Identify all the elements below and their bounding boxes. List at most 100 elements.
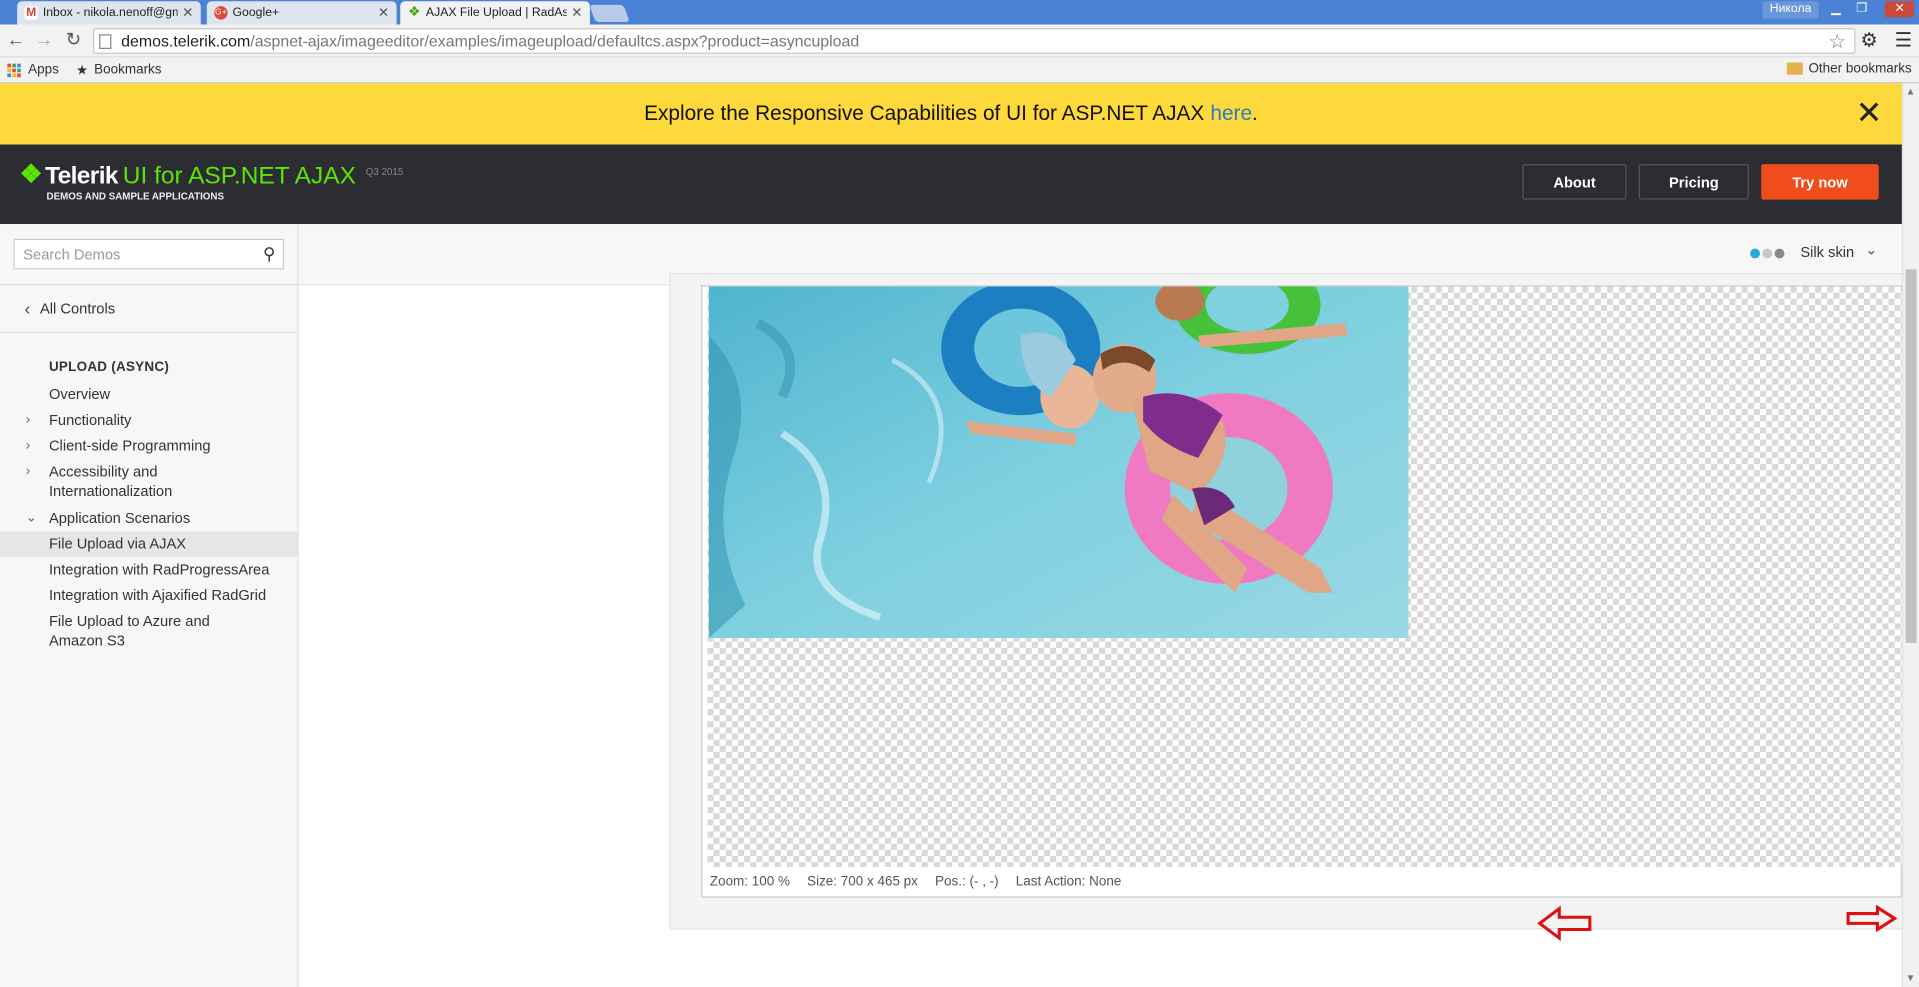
logo-product: UI for ASP.NET AJAX	[122, 162, 356, 190]
bookmarks-bar: Apps ★ Bookmarks Other bookmarks	[0, 57, 1919, 84]
sidebar-item-label: File Upload to Azure and Amazon S3	[48, 612, 210, 650]
search-icon[interactable]: ⚲	[256, 244, 283, 265]
sidebar: ⚲ ‹ All Controls UPLOAD (ASYNC) Overview…	[0, 224, 299, 987]
gmail-icon: M	[24, 6, 38, 20]
page-icon	[99, 33, 112, 49]
pos-status: Pos.: (- , -)	[935, 874, 999, 889]
sidebar-item-label: Functionality	[48, 411, 132, 429]
star-icon: ★	[75, 63, 89, 78]
scroll-up-icon[interactable]: ▲	[1906, 86, 1916, 97]
bookmark-apps[interactable]: Apps	[7, 62, 59, 78]
divider	[0, 284, 299, 286]
other-bookmarks[interactable]: Other bookmarks	[1786, 61, 1912, 76]
sidebar-item-file-upload-via-ajax[interactable]: File Upload via AJAX	[0, 531, 298, 558]
address-bar[interactable]: demos.telerik.com /aspnet-ajax/imageedit…	[93, 28, 1856, 54]
tab-ajax-file-upload[interactable]: ❖ AJAX File Upload | RadAsy ✕	[400, 1, 590, 25]
apps-grid-icon	[7, 63, 21, 77]
sidebar-item-accessibility[interactable]: › Accessibility and Internationalization	[0, 462, 233, 501]
browser-tabstrip: M Inbox - nikola.nenoff@gm ✕ G+ Google+ …	[0, 0, 1919, 25]
reload-icon[interactable]: ↻	[62, 28, 84, 52]
sidebar-item-ajaxified-radgrid[interactable]: Integration with Ajaxified RadGrid	[0, 585, 297, 605]
sidebar-item-label: Accessibility and Internationalization	[48, 462, 173, 500]
action-label: Last Action:	[1015, 874, 1086, 890]
forward-icon[interactable]: →	[33, 28, 55, 52]
sidebar-item-label: Overview	[48, 385, 111, 403]
page-scrollbar[interactable]: ▲ ▼	[1901, 83, 1919, 987]
image-editor: Zoom: 100 % Size: 700 x 465 px Pos.: (- …	[701, 285, 1902, 898]
bookmark-bookmarks[interactable]: ★ Bookmarks	[75, 62, 162, 78]
profile-name[interactable]: Никола	[1762, 1, 1819, 19]
all-controls-label: All Controls	[39, 300, 116, 318]
bookmark-label: Bookmarks	[94, 62, 162, 78]
folder-icon	[1786, 62, 1803, 75]
arrow-left-icon	[1537, 905, 1592, 942]
sidebar-item-label: Application Scenarios	[48, 509, 191, 527]
banner-text: Explore the Responsive Capabilities of U…	[644, 101, 1205, 125]
tab-title: Google+	[232, 6, 280, 20]
demo-content: Zoom: 100 % Size: 700 x 465 px Pos.: (- …	[298, 273, 1906, 987]
close-icon[interactable]: ✕	[378, 5, 389, 21]
close-icon[interactable]: ✕	[182, 5, 193, 21]
skin-swatch-icon[interactable]	[1750, 248, 1787, 259]
all-controls-link[interactable]: ‹ All Controls	[24, 299, 115, 319]
editor-canvas[interactable]	[707, 286, 1902, 868]
logo-subtitle: DEMOS AND SAMPLE APPLICATIONS	[46, 191, 225, 203]
search-box: ⚲	[13, 238, 284, 270]
tab-google-plus[interactable]: G+ Google+ ✕	[206, 1, 397, 25]
zoom-value: 100 %	[751, 874, 790, 890]
bookmark-star-icon[interactable]: ☆	[1829, 29, 1847, 53]
sidebar-item-label: File Upload via AJAX	[48, 535, 187, 553]
chevron-left-icon: ‹	[24, 298, 31, 319]
pos-value: (- , -)	[969, 874, 999, 890]
tab-title: Inbox - nikola.nenoff@gm	[42, 6, 178, 20]
tab-gmail[interactable]: M Inbox - nikola.nenoff@gm ✕	[17, 1, 201, 25]
close-window-icon[interactable]: ✕	[1884, 1, 1915, 18]
google-plus-icon: G+	[214, 6, 228, 20]
new-tab-button[interactable]	[589, 4, 630, 23]
sidebar-item-label: Client-side Programming	[48, 437, 211, 455]
browser-toolbar: ← → ↻ demos.telerik.com /aspnet-ajax/ima…	[0, 24, 1919, 58]
promo-banner: Explore the Responsive Capabilities of U…	[0, 83, 1902, 145]
menu-icon[interactable]: ☰	[1895, 28, 1913, 52]
logo-version: Q3 2015	[365, 166, 404, 178]
tab-title: AJAX File Upload | RadAsy	[425, 6, 567, 20]
sidebar-item-azure-amazon[interactable]: File Upload to Azure and Amazon S3	[0, 611, 257, 650]
scroll-down-icon[interactable]: ▼	[1906, 972, 1916, 983]
size-label: Size:	[807, 874, 838, 890]
logo-brand: Telerik	[45, 162, 118, 190]
size-status: Size: 700 x 465 px	[807, 874, 918, 889]
action-status: Last Action: None	[1016, 874, 1122, 889]
close-icon[interactable]: ✕	[1856, 97, 1883, 129]
close-icon[interactable]: ✕	[571, 5, 582, 21]
editor-status-bar: Zoom: 100 % Size: 700 x 465 px Pos.: (- …	[710, 874, 1121, 889]
sidebar-item-functionality[interactable]: › Functionality	[0, 410, 297, 430]
minimize-icon[interactable]: ▁	[1824, 1, 1848, 17]
telerik-logo[interactable]: ❖ Telerik UI for ASP.NET AJAX Q3 2015 DE…	[20, 161, 404, 202]
uploaded-image	[708, 286, 1409, 639]
try-now-button[interactable]: Try now	[1761, 164, 1879, 200]
arrow-right-icon	[1846, 904, 1898, 932]
gear-icon[interactable]: ⚙	[1860, 28, 1878, 52]
sidebar-item-radprogressarea[interactable]: Integration with RadProgressArea	[0, 560, 297, 580]
search-input[interactable]	[14, 245, 256, 263]
pricing-button[interactable]: Pricing	[1638, 164, 1749, 200]
chevron-right-icon: ›	[25, 412, 31, 428]
bookmark-label: Apps	[28, 62, 59, 78]
restore-icon[interactable]: ❐	[1849, 1, 1873, 17]
banner-period: .	[1252, 101, 1258, 125]
sidebar-item-application-scenarios[interactable]: ⌄ Application Scenarios	[0, 508, 297, 528]
sidebar-item-client-side-programming[interactable]: › Client-side Programming	[0, 436, 297, 456]
scrollbar-thumb[interactable]	[1905, 269, 1917, 643]
skin-dot	[1750, 248, 1760, 259]
zoom-status: Zoom: 100 %	[710, 874, 790, 889]
chevron-down-icon: ⌄	[25, 510, 37, 526]
banner-link[interactable]: here	[1210, 102, 1252, 126]
back-icon[interactable]: ←	[5, 28, 27, 52]
chevron-down-icon[interactable]: ⌄	[1865, 241, 1877, 258]
chevron-right-icon: ›	[25, 438, 31, 454]
bookmark-label: Other bookmarks	[1808, 61, 1912, 76]
sidebar-item-label: Integration with RadProgressArea	[48, 560, 270, 579]
about-button[interactable]: About	[1522, 164, 1627, 200]
sidebar-item-overview[interactable]: Overview	[0, 385, 297, 405]
skin-selector[interactable]: Silk skin	[1800, 244, 1854, 261]
